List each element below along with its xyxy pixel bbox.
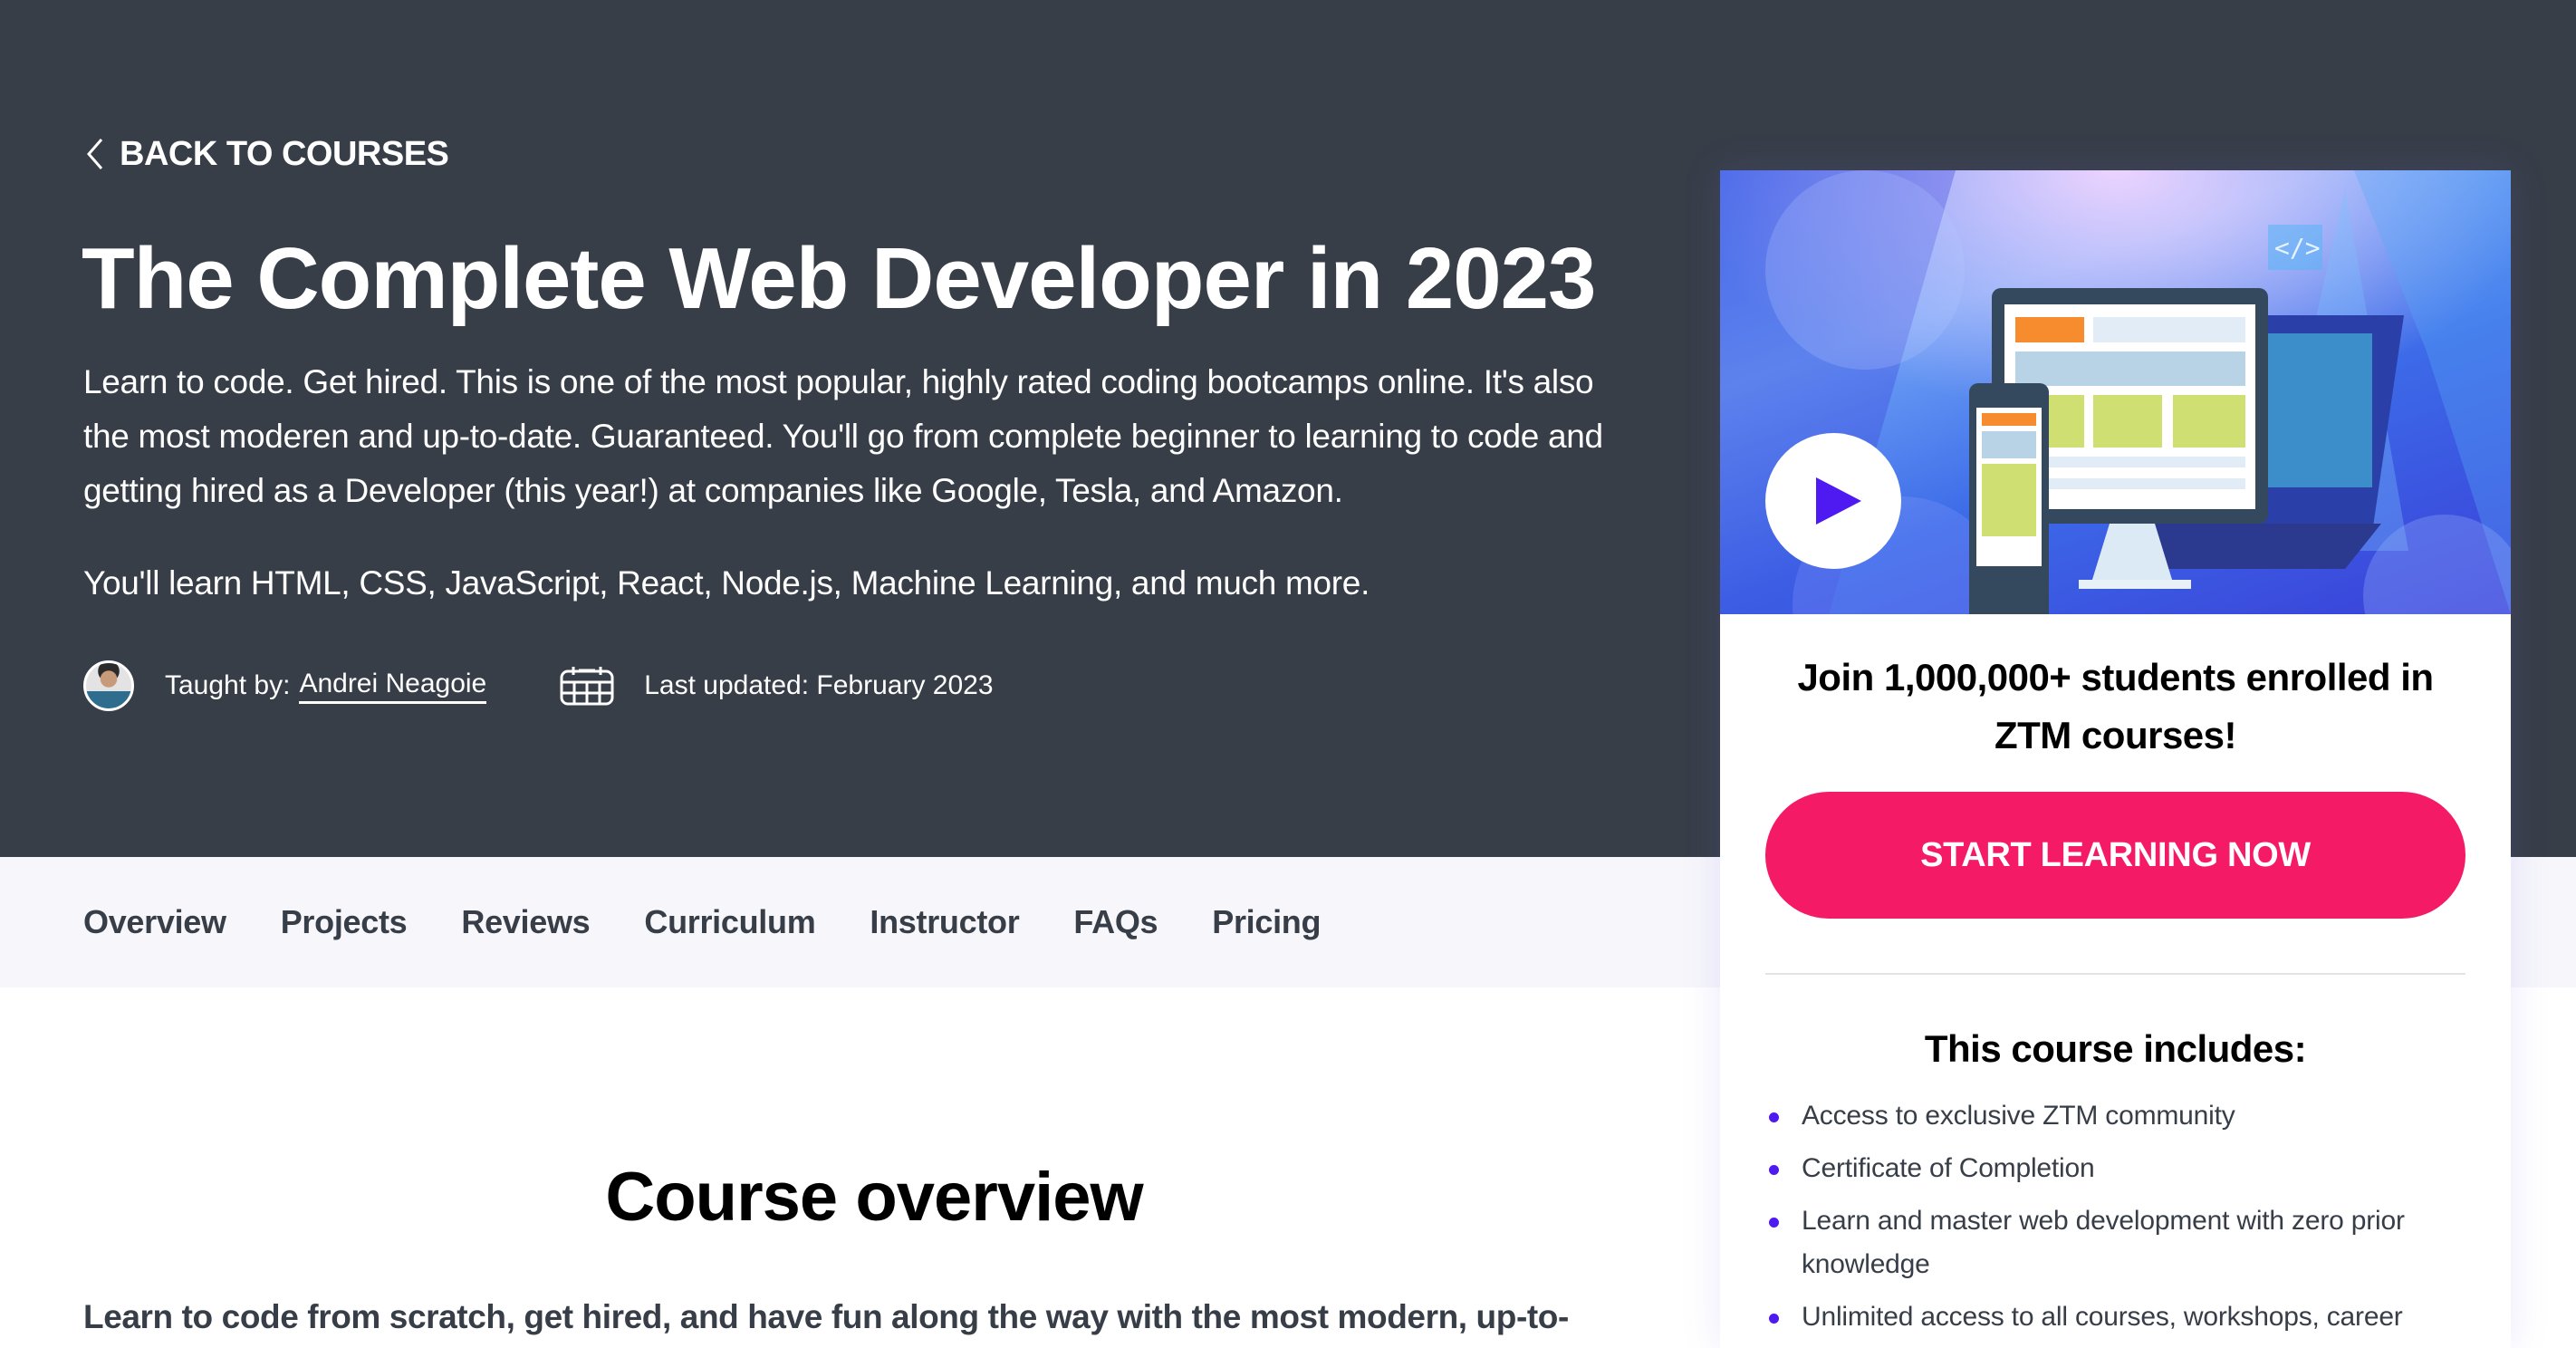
course-meta: Taught by: Andrei Neagoie Last updated: … bbox=[83, 658, 994, 714]
list-item-text: Unlimited access to all courses, worksho… bbox=[1802, 1302, 2403, 1332]
back-to-courses-link[interactable]: BACK TO COURSES bbox=[83, 130, 449, 178]
taught-by-label: Taught by: bbox=[165, 670, 291, 700]
bullet-icon bbox=[1769, 1314, 1779, 1324]
list-item-text: Certificate of Completion bbox=[1802, 1153, 2095, 1183]
section-tabs: Overview Projects Reviews Curriculum Ins… bbox=[83, 857, 1375, 987]
tab-projects[interactable]: Projects bbox=[281, 903, 408, 941]
chevron-left-icon bbox=[87, 139, 103, 169]
tab-curriculum[interactable]: Curriculum bbox=[644, 903, 815, 941]
tab-faqs[interactable]: FAQs bbox=[1073, 903, 1158, 941]
play-button[interactable] bbox=[1765, 433, 1901, 569]
tab-instructor[interactable]: Instructor bbox=[870, 903, 1019, 941]
bullet-icon bbox=[1769, 1218, 1779, 1228]
list-item: Access to exclusive ZTM community bbox=[1765, 1094, 2465, 1138]
course-preview-video[interactable]: </> bbox=[1720, 170, 2511, 614]
course-description: Learn to code. Get hired. This is one of… bbox=[83, 363, 1603, 509]
course-overview-lead: Learn to code from scratch, get hired, a… bbox=[83, 1298, 1569, 1335]
card-divider bbox=[1765, 973, 2465, 975]
course-title: The Complete Web Developer in 2023 bbox=[82, 230, 1596, 327]
list-item: Learn and master web development with ze… bbox=[1765, 1199, 2465, 1286]
bullet-icon bbox=[1769, 1165, 1779, 1175]
play-icon bbox=[1816, 477, 1861, 525]
list-item-text: Access to exclusive ZTM community bbox=[1802, 1101, 2235, 1131]
last-updated: Last updated: February 2023 bbox=[644, 670, 994, 700]
start-learning-button[interactable]: START LEARNING NOW bbox=[1765, 792, 2465, 919]
instructor-link[interactable]: Andrei Neagoie bbox=[299, 669, 487, 704]
bullet-icon bbox=[1769, 1112, 1779, 1122]
course-includes-list: Access to exclusive ZTM community Certif… bbox=[1720, 1094, 2511, 1339]
course-includes-heading: This course includes: bbox=[1924, 1027, 2307, 1070]
back-to-courses-label: BACK TO COURSES bbox=[120, 134, 449, 173]
svg-text:</>: </> bbox=[2274, 233, 2321, 263]
tab-overview[interactable]: Overview bbox=[83, 903, 226, 941]
instructor-avatar bbox=[83, 660, 134, 711]
course-overview-heading: Course overview bbox=[605, 1159, 1143, 1236]
enroll-card: </> Join 1,000,000+ students enrolled in… bbox=[1720, 170, 2511, 1348]
list-item: Certificate of Completion bbox=[1765, 1147, 2465, 1190]
tab-pricing[interactable]: Pricing bbox=[1212, 903, 1321, 941]
list-item: Unlimited access to all courses, worksho… bbox=[1765, 1295, 2465, 1339]
course-topics: You'll learn HTML, CSS, JavaScript, Reac… bbox=[83, 564, 1370, 602]
calendar-icon bbox=[560, 667, 614, 706]
enroll-headline: Join 1,000,000+ students enrolled in ZTM… bbox=[1797, 656, 2434, 756]
tab-reviews[interactable]: Reviews bbox=[461, 903, 590, 941]
list-item-text: Learn and master web development with ze… bbox=[1802, 1206, 2405, 1279]
